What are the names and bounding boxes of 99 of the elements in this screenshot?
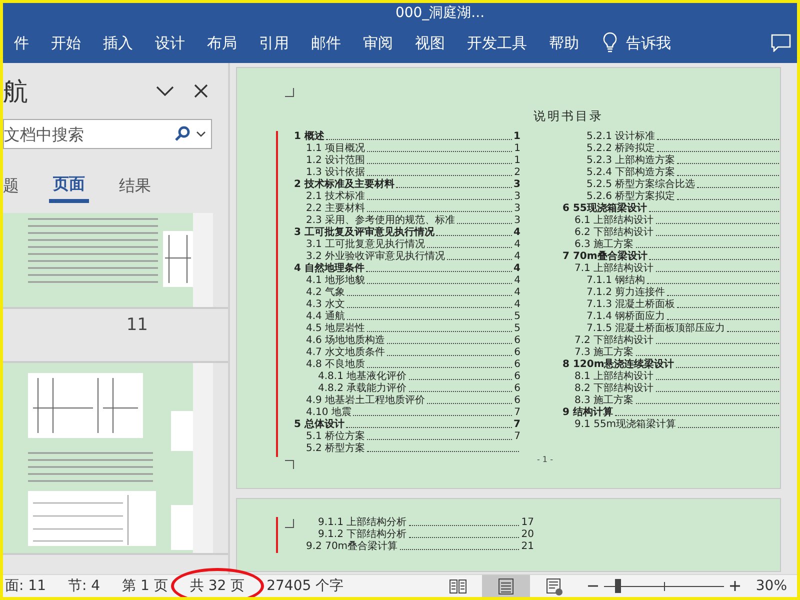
crop-mark	[285, 88, 294, 97]
crop-mark	[285, 519, 294, 528]
status-text: 节: 4	[66, 577, 102, 596]
ribbon-tab[interactable]: 审阅	[352, 27, 404, 59]
toc-entry[interactable]: 2.1 技术标准 3	[294, 191, 520, 203]
toc-entry[interactable]: 7.1.4 钢桥面应力	[562, 311, 780, 323]
page-lines-view-button[interactable]	[482, 575, 530, 597]
toc-entry[interactable]: 4.10 地震 7	[294, 407, 520, 419]
toc-entry[interactable]: 1.2 设计范围 1	[294, 155, 520, 167]
toc-entry[interactable]: 3 工可批复及评审意见执行情况 4	[294, 227, 520, 239]
toc-entry[interactable]: 9 结构计算	[562, 407, 780, 419]
ribbon-tab[interactable]: 帮助	[538, 27, 590, 59]
lightbulb-icon[interactable]	[602, 32, 618, 54]
toc-entry[interactable]: 5.2.5 桥型方案综合比选	[562, 179, 780, 191]
toc-entry[interactable]: 8.3 施工方案	[562, 395, 780, 407]
toc-entry[interactable]: 9.1 55m现浇箱梁计算	[562, 419, 780, 431]
toc-entry[interactable]: 3.2 外业验收评审意见执行情况 4	[294, 251, 520, 263]
ribbon-tab[interactable]: 开始	[40, 27, 92, 59]
caret-icon[interactable]	[196, 131, 206, 137]
toc-entry[interactable]: 7.1.5 混凝土桥面板顶部压应力	[562, 323, 780, 335]
pane-tab[interactable]: 题	[3, 169, 23, 203]
ribbon-tab[interactable]: 布局	[196, 27, 248, 59]
toc-entry[interactable]: 4.8.1 地基液化评价 6	[294, 371, 520, 383]
toc-entry[interactable]: 7.1 上部结构设计	[562, 263, 780, 275]
chevron-down-icon[interactable]	[156, 86, 174, 96]
toc-entry[interactable]: 5.2.1 设计标准	[562, 131, 780, 143]
plus-icon[interactable]	[730, 581, 740, 591]
toc-entry[interactable]: 8.1 上部结构设计	[562, 371, 780, 383]
toc-entry[interactable]: 6.2 下部结构设计	[562, 227, 780, 239]
toc-entry[interactable]: 7.2 下部结构设计	[562, 335, 780, 347]
toc-entry[interactable]: 4.1 地形地貌 4	[294, 275, 520, 287]
toc-entry[interactable]: 4.6 场地地质构造 6	[294, 335, 520, 347]
toc-entry[interactable]: 4.3 水文 4	[294, 299, 520, 311]
status-text: 面: 11	[4, 577, 47, 596]
ribbon-tab[interactable]: 插入	[92, 27, 144, 59]
toc-entry[interactable]: 4.5 地层岩性 5	[294, 323, 520, 335]
toc-entry[interactable]: 2.3 采用、参考使用的规范、标准 3	[294, 215, 520, 227]
toc-entry[interactable]: 4 自然地理条件 4	[294, 263, 520, 275]
toc-entry[interactable]: 7.1.1 钢结构	[562, 275, 780, 287]
toc-entry[interactable]: 9.2 70m叠合梁计算 21	[294, 541, 534, 553]
toc-entry[interactable]: 9.1.2 下部结构分析 20	[294, 529, 534, 541]
ribbon-tab[interactable]: 视图	[404, 27, 456, 59]
status-text: 共 32 页	[170, 568, 264, 597]
status-text: 第 1 页	[121, 577, 169, 596]
toc-entry[interactable]: 4.4 通航 5	[294, 311, 520, 323]
toc-entry[interactable]: 7.3 施工方案	[562, 347, 780, 359]
pane-tab[interactable]: 页面	[49, 169, 89, 203]
toc-entry[interactable]: 4.8 不良地质 6	[294, 359, 520, 371]
toc-entry[interactable]: 1.1 项目概况 1	[294, 143, 520, 155]
toc-entry[interactable]: 5 总体设计 7	[294, 419, 520, 431]
toc-entry[interactable]: 1 概述 1	[294, 131, 520, 143]
ribbon-tab[interactable]: 设计	[144, 27, 196, 59]
toc-entry[interactable]: 3.1 工可批复意见执行情况 4	[294, 239, 520, 251]
toc-entry[interactable]: 8 120m悬浇连续梁设计	[562, 359, 780, 371]
page-footer: - 1 -	[537, 455, 553, 464]
status-text: 27405 个字	[266, 577, 345, 596]
toc-entry[interactable]: 6.3 施工方案	[562, 239, 780, 251]
pane-title: 航	[3, 76, 29, 108]
page-lines-icon	[496, 576, 516, 596]
web-page-icon	[544, 576, 564, 596]
toc-entry[interactable]: 2 技术标准及主要材料 3	[294, 179, 520, 191]
zoom-percentage[interactable]: 30%	[756, 578, 787, 594]
toc-entry[interactable]: 8.2 下部结构设计	[562, 383, 780, 395]
toc-entry[interactable]: 4.7 水文地质条件 6	[294, 347, 520, 359]
toc-entry[interactable]: 5.2.3 上部构造方案	[562, 155, 780, 167]
ribbon-tab[interactable]: 邮件	[300, 27, 352, 59]
ribbon-tab[interactable]: 引用	[248, 27, 300, 59]
toc-entry[interactable]: 4.9 地基岩土工程地质评价 6	[294, 395, 520, 407]
toc-entry[interactable]: 6 55现浇箱梁设计	[562, 203, 780, 215]
close-icon[interactable]	[194, 84, 208, 98]
toc-entry[interactable]: 7.1.3 混凝土桥面板	[562, 299, 780, 311]
crop-mark	[285, 460, 294, 469]
toc-entry[interactable]: 7 70m叠合梁设计	[562, 251, 780, 263]
page-thumbnail[interactable]	[3, 213, 193, 307]
toc-entry[interactable]: 9.1.1 上部结构分析 17	[294, 517, 534, 529]
toc-entry[interactable]: 7.1.2 剪力连接件	[562, 287, 780, 299]
toc-entry[interactable]: 6.1 上部结构设计	[562, 215, 780, 227]
toc-entry[interactable]: 4.2 气象 4	[294, 287, 520, 299]
slider-thumb[interactable]	[615, 579, 622, 593]
toc-entry[interactable]: 5.2 桥型方案	[294, 443, 520, 455]
window-title: 000_洞庭湖...	[395, 4, 485, 22]
ribbon-tab[interactable]: 开发工具	[456, 27, 538, 59]
page-thumbnail[interactable]	[3, 363, 193, 553]
ribbon-tab[interactable]: 件	[3, 27, 40, 59]
comment-icon[interactable]	[771, 34, 791, 52]
pane-tab[interactable]: 结果	[115, 169, 155, 203]
toc-entry[interactable]: 1.3 设计依据 2	[294, 167, 520, 179]
search-icon[interactable]	[174, 126, 190, 142]
book-icon	[448, 576, 468, 596]
toc-entry[interactable]: 5.2.2 桥跨拟定	[562, 143, 780, 155]
toc-entry[interactable]: 4.8.2 承载能力评价 6	[294, 383, 520, 395]
toc-entry[interactable]: 5.1 桥位方案 7	[294, 431, 520, 443]
tell-me-search[interactable]: 告诉我	[626, 34, 671, 52]
search-field[interactable]: 文档中搜索	[3, 119, 212, 149]
toc-entry[interactable]: 5.2.4 下部构造方案	[562, 167, 780, 179]
toc-entry[interactable]: 2.2 主要材料 3	[294, 203, 520, 215]
page-number: 11	[125, 314, 148, 337]
toc-entry[interactable]: 5.2.6 桥型方案拟定	[562, 191, 780, 203]
document-title: 说明书目录	[532, 108, 604, 125]
